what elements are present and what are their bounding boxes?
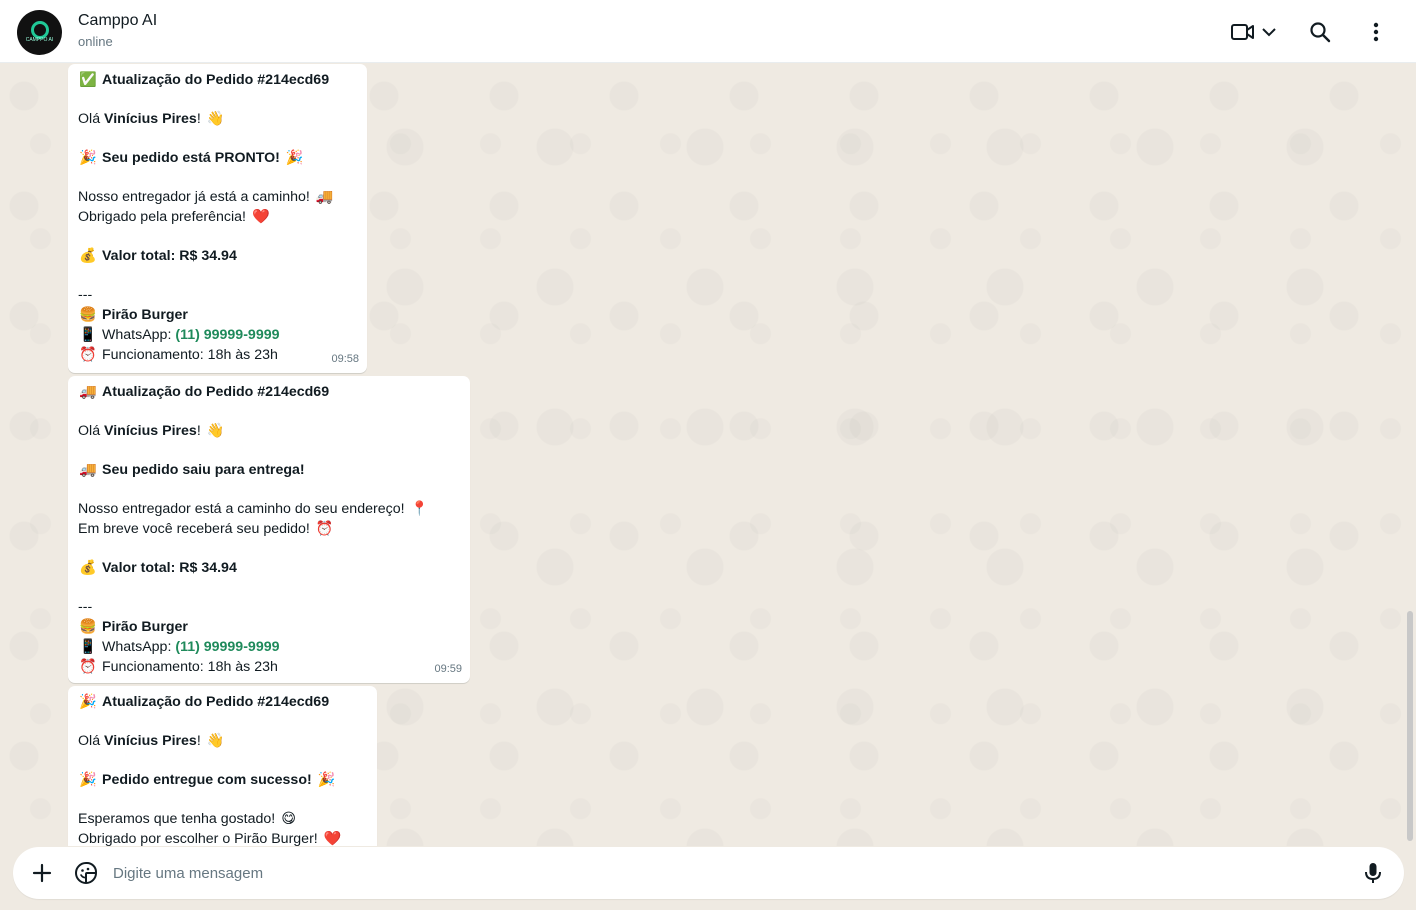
message-total: 💰 Valor total: R$ 34.94 <box>79 248 237 264</box>
message-time: 09:58 <box>331 353 359 365</box>
message-body-line: Nosso entregador já está a caminho! 🚚 <box>78 189 334 205</box>
message-store: 🍔 Pirão Burger <box>79 619 188 635</box>
avatar-logo-text: CAMPPO AI <box>25 37 54 43</box>
composer-footer <box>0 846 1416 910</box>
video-call-button[interactable] <box>1228 19 1280 45</box>
message-greeting: Olá Vinícius Pires! 👋 <box>78 423 225 439</box>
message-bubble[interactable]: ✅ Atualização do Pedido #214ecd69 Olá Vin… <box>68 64 367 373</box>
plus-icon <box>32 863 52 883</box>
microphone-icon <box>1365 863 1381 883</box>
chat-area[interactable]: ✅ Atualização do Pedido #214ecd69 Olá Vin… <box>0 63 1416 846</box>
message-title: 🎉 Atualização do Pedido #214ecd69 <box>79 694 330 710</box>
message-whatsapp: 📱 WhatsApp: (11) 99999-9999 <box>79 325 280 345</box>
phone-link[interactable]: (11) 99999-9999 <box>175 325 279 345</box>
sticker-icon <box>75 862 97 884</box>
phone-link[interactable]: (11) 99999-9999 <box>175 637 279 657</box>
message-body-line: Esperamos que tenha gostado! 😋 <box>78 811 296 827</box>
message-total: 💰 Valor total: R$ 34.94 <box>79 560 237 576</box>
video-call-icon <box>1231 24 1254 40</box>
more-options-icon <box>1373 22 1379 42</box>
message-time: 09:59 <box>434 663 462 675</box>
message-title: 🚚 Atualização do Pedido #214ecd69 <box>79 384 330 400</box>
message-hours: ⏰ Funcionamento: 18h às 23h <box>79 347 278 363</box>
message-headline: 🚚 Seu pedido saiu para entrega! <box>79 462 305 478</box>
message-separator: --- <box>78 287 93 303</box>
message-hours: ⏰ Funcionamento: 18h às 23h <box>79 659 278 675</box>
microphone-button[interactable] <box>1360 860 1386 886</box>
message-bubble[interactable]: 🎉 Atualização do Pedido #214ecd69 Olá Vin… <box>68 686 377 846</box>
search-icon <box>1310 22 1331 43</box>
message-separator: --- <box>78 599 93 615</box>
avatar[interactable]: CAMPPO AI <box>17 10 62 55</box>
scrollbar[interactable] <box>1407 611 1413 841</box>
search-button[interactable] <box>1306 18 1334 46</box>
chat-header: CAMPPO AI Camppo AI online <box>0 0 1416 63</box>
message-input[interactable] <box>113 857 1343 889</box>
more-options-button[interactable] <box>1362 18 1390 46</box>
message-body-line: Obrigado por escolher o Pirão Burger! ❤️ <box>78 831 342 846</box>
contact-status: online <box>78 34 113 49</box>
composer-bar <box>13 847 1404 899</box>
chevron-down-icon <box>1262 28 1276 37</box>
message-whatsapp: 📱 WhatsApp: (11) 99999-9999 <box>79 637 280 657</box>
message-greeting: Olá Vinícius Pires! 👋 <box>78 111 225 127</box>
message-body-line: Nosso entregador está a caminho do seu e… <box>78 501 429 517</box>
logo-icon <box>30 20 49 39</box>
message-store: 🍔 Pirão Burger <box>79 307 188 323</box>
message-body-line: Obrigado pela preferência! ❤️ <box>78 209 270 225</box>
sticker-button[interactable] <box>73 860 99 886</box>
attach-button[interactable] <box>29 860 55 886</box>
message-title: ✅ Atualização do Pedido #214ecd69 <box>79 72 330 88</box>
message-headline: 🎉 Pedido entregue com sucesso! 🎉 <box>79 772 336 788</box>
message-greeting: Olá Vinícius Pires! 👋 <box>78 733 225 749</box>
contact-name[interactable]: Camppo AI <box>78 12 157 30</box>
message-body-line: Em breve você receberá seu pedido! ⏰ <box>78 521 334 537</box>
message-bubble[interactable]: 🚚 Atualização do Pedido #214ecd69 Olá Vin… <box>68 376 470 683</box>
message-headline: 🎉 Seu pedido está PRONTO! 🎉 <box>79 150 304 166</box>
